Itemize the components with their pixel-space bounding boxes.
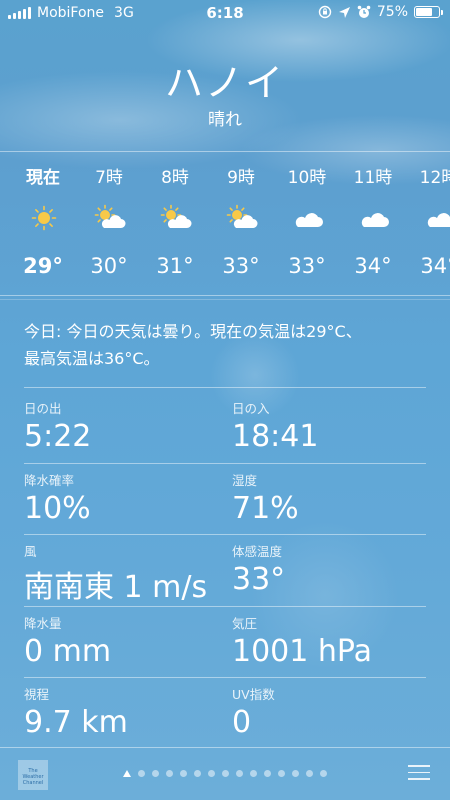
detail-value: 9.7 km [24,705,128,741]
detail-label: 視程 [24,687,50,703]
page-dot[interactable] [180,770,187,777]
status-bar: MobiFone 3G 6:18 75% [0,0,450,26]
page-dot[interactable] [222,770,229,777]
detail-item: 体感温度 33° [232,541,285,597]
details-row: 降水確率 10% 湿度 71% [24,464,426,536]
detail-item: 降水量 0 mm [24,613,111,669]
hourly-time: 11時 [353,168,393,188]
hourly-time: 12時 [419,168,450,188]
cloud-icon [424,204,450,232]
detail-value: 33° [232,562,286,598]
hourly-temp: 29° [23,254,63,278]
detail-label: 体感温度 [232,544,283,560]
detail-value: 71% [232,490,299,526]
hourly-time: 9時 [227,168,255,188]
hourly-temp: 34° [420,254,450,278]
daily-summary: 今日: 今日の天気は曇り。現在の気温は29°C、 最高気温は36°C。 [24,318,430,372]
detail-item: 日の出 5:22 [24,398,91,454]
alarm-icon [357,5,371,18]
battery-percent: 75% [376,4,408,20]
cloud-icon [292,204,324,232]
page-dot[interactable] [152,770,159,777]
cloud-icon [358,204,390,232]
page-dot[interactable] [208,770,215,777]
partly-cloudy-icon [226,204,258,232]
hourly-forecast[interactable]: 現在 29° 7時 30° 8時 31° 9時 33° 10時 33° 11時 34° 12… [0,152,450,296]
detail-label: 風 [24,544,37,560]
hourly-time: 現在 [26,168,60,188]
page-dot[interactable] [278,770,285,777]
city-name: ハノイ [164,61,285,105]
hourly-temp: 31° [156,254,194,278]
bottom-toolbar: The Weather Channel [0,748,450,800]
detail-label: UV指数 [232,687,275,703]
page-dot[interactable] [264,770,271,777]
current-condition: 晴れ [208,110,242,130]
hourly-temp: 33° [288,254,326,278]
detail-label: 降水量 [24,615,62,631]
detail-value: 0 mm [24,633,112,669]
page-dot[interactable] [292,770,299,777]
weather-screen: { "status_bar": { "carrier": "MobiFone",… [0,0,450,800]
page-dot[interactable] [306,770,313,777]
page-dot[interactable] [138,770,145,777]
detail-value: 南南東 1 m/s [24,570,208,606]
hourly-temp: 33° [222,254,260,278]
details-row: 風 南南東 1 m/s 体感温度 33° [24,535,426,607]
details-row: 日の出 5:22 日の入 18:41 [24,392,426,464]
rotation-lock-icon [318,5,332,19]
detail-item: 湿度 71% [232,470,299,526]
hourly-temp: 30° [90,254,128,278]
battery-icon [414,6,443,18]
divider [0,295,450,296]
summary-line: 最高気温は36°C。 [24,349,160,368]
detail-item: 日の入 18:41 [232,398,318,454]
detail-value: 10% [24,490,91,526]
page-dot[interactable] [250,770,257,777]
details-row: 視程 9.7 km UV指数 0 [24,678,426,750]
sun-icon [28,204,60,232]
detail-item: UV指数 0 [232,684,275,740]
partly-cloudy-icon [94,204,126,232]
hourly-time: 10時 [287,168,327,188]
detail-label: 気圧 [232,615,258,631]
hourly-temp: 34° [354,254,392,278]
detail-label: 湿度 [232,472,258,488]
detail-value: 0 [232,705,252,741]
details-row: 降水量 0 mm 気圧 1001 hPa [24,607,426,679]
detail-label: 日の入 [232,401,270,416]
page-dot[interactable] [166,770,173,777]
detail-item: 降水確率 10% [24,470,91,526]
list-icon[interactable] [408,765,430,781]
detail-item: 気圧 1001 hPa [232,613,372,669]
divider [24,387,426,388]
location-arrow-icon [338,6,350,18]
divider [0,299,450,300]
detail-item: 風 南南東 1 m/s [24,541,207,606]
page-dot[interactable] [320,770,327,777]
detail-value: 1001 hPa [232,633,373,669]
page-dot[interactable] [194,770,201,777]
hourly-time: 8時 [161,168,189,188]
detail-value: 18:41 [232,419,319,454]
weather-details: 日の出 5:22 日の入 18:41 降水確率 10% 湿度 71% 風 南南東… [24,392,426,750]
partly-cloudy-icon [160,204,192,232]
current-location-dot[interactable] [123,770,131,777]
hourly-time: 7時 [95,168,123,188]
page-indicator[interactable] [0,770,450,777]
page-dot[interactable] [236,770,243,777]
detail-label: 日の出 [24,401,62,416]
detail-value: 5:22 [24,419,92,454]
detail-item: 視程 9.7 km [24,684,128,740]
summary-line: 今日: 今日の天気は曇り。現在の気温は29°C、 [24,322,362,341]
detail-label: 降水確率 [24,472,75,488]
